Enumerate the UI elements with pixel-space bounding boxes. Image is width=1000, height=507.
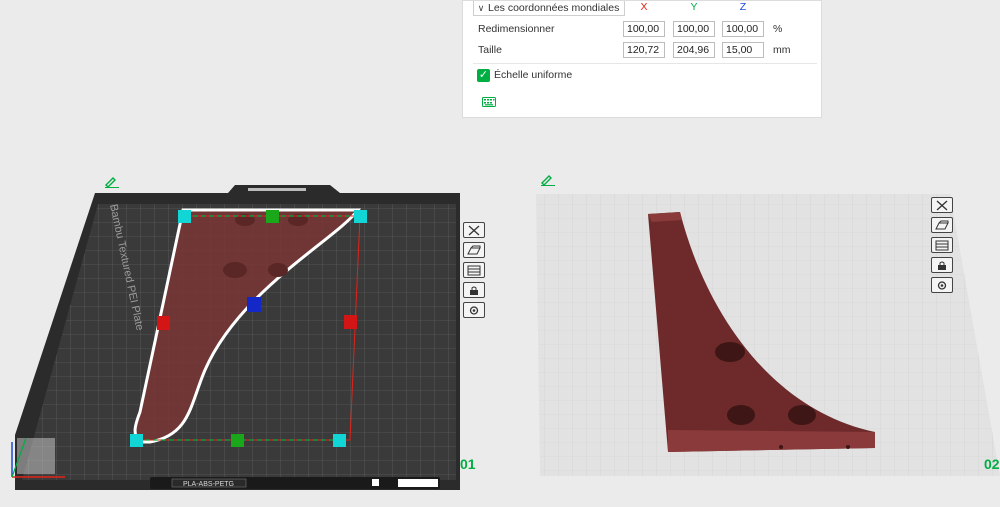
part-hole-1 (223, 262, 247, 278)
lock-icon[interactable] (463, 282, 485, 298)
plate-number-01: 01 (460, 456, 476, 472)
plate-settings-icon[interactable] (463, 302, 485, 318)
scale-y-input[interactable]: 100,00 (673, 21, 715, 37)
axis-z-header: Z (739, 1, 747, 13)
delete-plate-icon[interactable] (463, 222, 485, 238)
build-plate-02[interactable] (530, 190, 1000, 480)
uniform-scale-checkbox[interactable]: ✓ (477, 69, 490, 82)
plate-settings-icon[interactable] (931, 277, 953, 293)
scale-y-handle[interactable] (266, 210, 279, 223)
plate-name-box (398, 479, 438, 487)
bed-origin-square (17, 438, 55, 474)
scale-handle[interactable] (333, 434, 346, 447)
plate-number-02: 02 (984, 456, 1000, 472)
axis-x-header: X (640, 1, 648, 13)
coordinate-system-label: Les coordonnées mondiales (488, 2, 620, 14)
arrange-icon[interactable] (463, 262, 485, 278)
coordinate-system-dropdown[interactable]: ∨ Les coordonnées mondiales (473, 1, 625, 16)
part-pin-hole (846, 445, 850, 449)
divider (473, 63, 817, 64)
scale-z-handle[interactable] (247, 297, 261, 312)
part-hole-1 (715, 342, 745, 362)
edit-plate-name-icon[interactable] (540, 174, 556, 186)
size-x-input[interactable]: 120,72 (623, 42, 665, 58)
scale-x-handle[interactable] (157, 316, 170, 330)
part-hole-2 (268, 263, 288, 277)
part-pin-hole (779, 445, 783, 449)
scale-label: Redimensionner (478, 23, 555, 35)
filament-type: PLA-ABS-PETG (183, 481, 234, 488)
scale-unit: % (773, 23, 783, 35)
auto-orient-icon[interactable] (463, 242, 485, 258)
delete-plate-icon[interactable] (931, 197, 953, 213)
plate-toggle-icon[interactable] (372, 479, 379, 486)
object-properties-panel: ∨ Les coordonnées mondiales X Y Z Redime… (462, 0, 822, 118)
scale-y-handle[interactable] (231, 434, 244, 447)
auto-orient-icon[interactable] (931, 217, 953, 233)
lock-icon[interactable] (931, 257, 953, 273)
axis-y-header: Y (690, 1, 698, 13)
part-hole-2 (727, 405, 755, 425)
uniform-scale-label: Échelle uniforme (494, 69, 573, 81)
plate-handle (248, 188, 306, 191)
build-plate-01[interactable]: Bambu Textured PEI Plate PLA-ABS-PETG (0, 180, 470, 495)
scale-handle[interactable] (354, 210, 367, 223)
keyboard-icon[interactable] (482, 97, 496, 107)
size-z-input[interactable]: 15,00 (722, 42, 764, 58)
scale-x-input[interactable]: 100,00 (623, 21, 665, 37)
plate-tools-01 (463, 222, 487, 322)
plate-tools-02 (931, 197, 955, 297)
chevron-down-icon: ∨ (477, 2, 485, 13)
scale-handle[interactable] (130, 434, 143, 447)
size-label: Taille (478, 44, 502, 56)
size-unit: mm (773, 44, 791, 56)
scale-handle[interactable] (178, 210, 191, 223)
size-y-input[interactable]: 204,96 (673, 42, 715, 58)
scale-x-handle[interactable] (344, 315, 357, 329)
part-hole-3 (788, 405, 816, 425)
arrange-icon[interactable] (931, 237, 953, 253)
scale-z-input[interactable]: 100,00 (722, 21, 764, 37)
